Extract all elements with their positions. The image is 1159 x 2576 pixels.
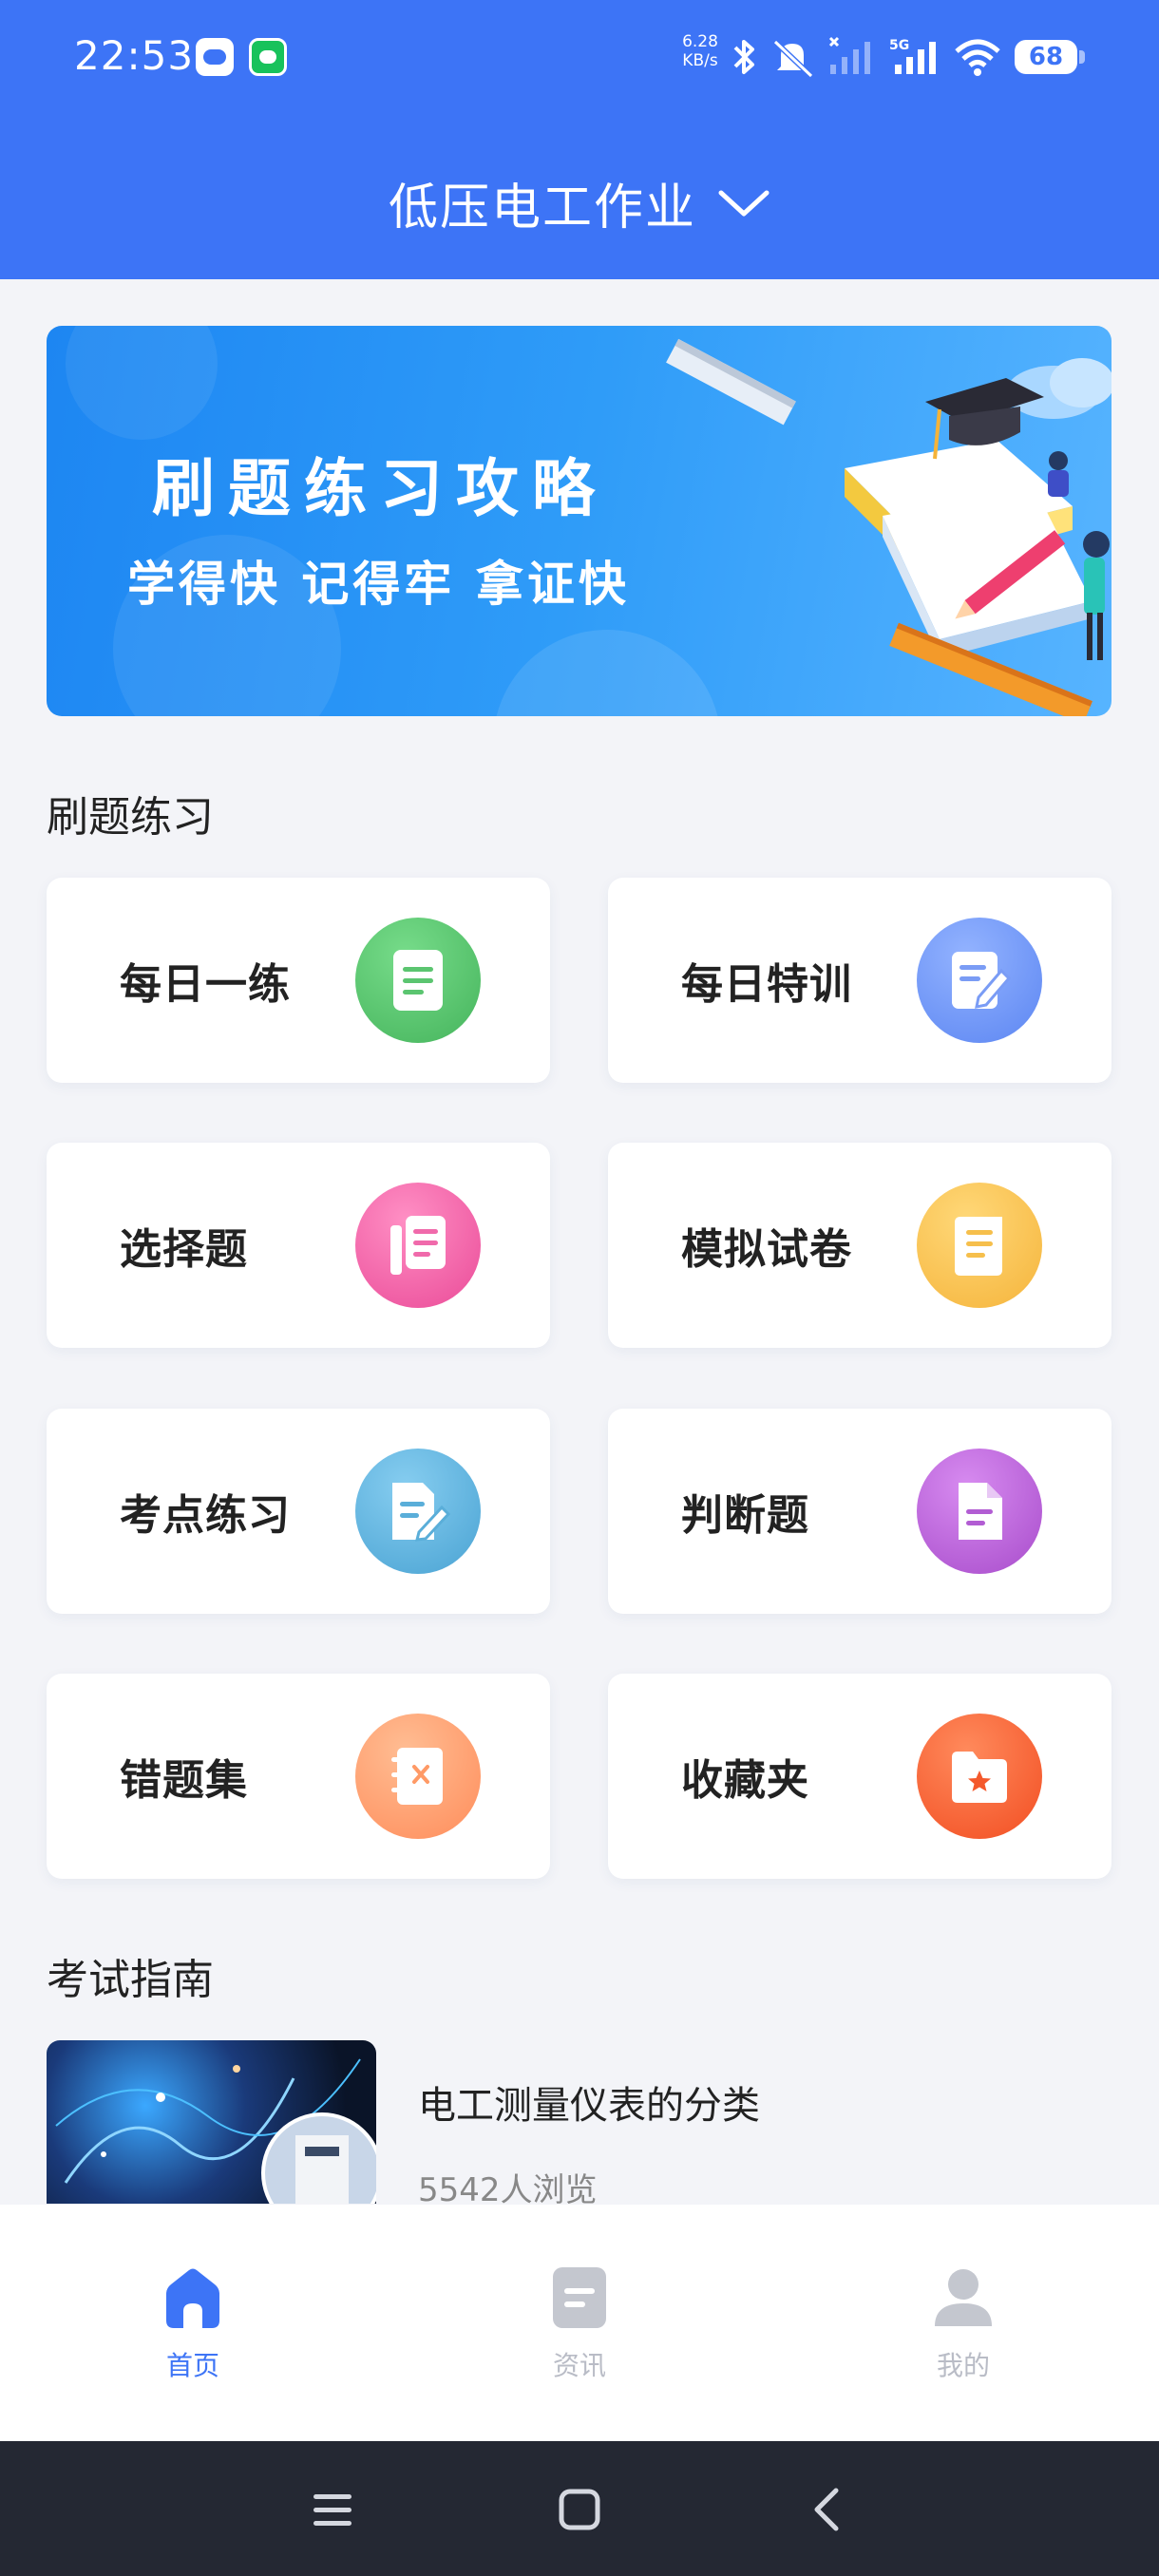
cloud-app-icon: [196, 38, 234, 76]
banner-decoration: [66, 326, 218, 440]
network-speed-value: 6.28: [682, 32, 718, 51]
scroll-icon: [917, 1183, 1042, 1308]
star-folder-icon: [917, 1714, 1042, 1839]
battery-indicator: 68: [1015, 40, 1085, 74]
card-label: 选择题: [120, 1225, 248, 1274]
menu-icon[interactable]: [304, 2481, 361, 2538]
card-mock-exam[interactable]: 模拟试卷: [608, 1143, 1112, 1348]
wrong-book-icon: [355, 1714, 481, 1839]
card-label: 考点练习: [120, 1491, 291, 1540]
list-icon: [355, 1183, 481, 1308]
chevron-down-icon: [718, 190, 770, 216]
card-label: 错题集: [120, 1756, 248, 1805]
file-icon: [917, 1449, 1042, 1574]
wechat-icon: [249, 38, 287, 76]
user-icon: [935, 2269, 992, 2326]
card-favorites[interactable]: 收藏夹: [608, 1674, 1112, 1879]
tab-label: 资讯: [552, 2350, 606, 2381]
status-icons: 5G 68: [732, 30, 1085, 84]
promo-banner[interactable]: 刷题练习攻略 学得快 记得牢 拿证快: [47, 326, 1112, 716]
signal-off-icon: [828, 36, 870, 74]
home-icon: [166, 2268, 219, 2328]
card-daily-practice[interactable]: 每日一练: [47, 878, 550, 1083]
wifi-icon: [955, 39, 1000, 76]
document-icon: [355, 918, 481, 1043]
tab-home[interactable]: 首页: [98, 2263, 288, 2383]
system-navigation-bar: [0, 2441, 1159, 2576]
card-label: 每日特训: [681, 960, 852, 1009]
back-icon[interactable]: [800, 2481, 857, 2538]
card-wrong-questions[interactable]: 错题集: [47, 1674, 550, 1879]
practice-section-title: 刷题练习: [47, 793, 214, 842]
note-edit-icon: [355, 1449, 481, 1574]
article-title[interactable]: 电工测量仪表的分类: [418, 2074, 760, 2130]
tab-label: 首页: [165, 2350, 219, 2381]
card-label: 每日一练: [120, 960, 291, 1009]
article-view-count: 5542人浏览: [418, 2171, 598, 2209]
network-speed: 6.28 KB/s: [676, 32, 724, 70]
home-square-icon[interactable]: [551, 2481, 608, 2538]
study-illustration: [666, 338, 1112, 716]
tab-news[interactable]: 资讯: [484, 2263, 674, 2383]
subject-selector[interactable]: 低压电工作业: [0, 167, 1159, 238]
bottom-tab-bar: 首页 资讯 我的: [0, 2205, 1159, 2441]
card-key-points[interactable]: 考点练习: [47, 1409, 550, 1614]
card-true-false[interactable]: 判断题: [608, 1409, 1112, 1614]
mute-bell-icon: [772, 39, 814, 78]
top-header: 22:53 6.28 KB/s 5G 68 低压电工作业: [0, 0, 1159, 279]
card-label: 判断题: [681, 1491, 809, 1540]
banner-subtitle: 学得快 记得牢 拿证快: [127, 557, 630, 612]
card-multiple-choice[interactable]: 选择题: [47, 1143, 550, 1348]
article-thumbnail[interactable]: [47, 2040, 376, 2204]
guide-section-title: 考试指南: [47, 1956, 214, 2004]
tab-profile[interactable]: 我的: [868, 2263, 1058, 2383]
card-label: 收藏夹: [681, 1756, 809, 1805]
status-bar: 22:53 6.28 KB/s 5G 68: [0, 0, 1159, 114]
svg-text:5G: 5G: [889, 38, 909, 53]
page-title: 低压电工作业: [388, 180, 696, 237]
edit-document-icon: [917, 918, 1042, 1043]
clock: 22:53: [74, 32, 195, 79]
bluetooth-icon: [733, 40, 754, 74]
card-daily-training[interactable]: 每日特训: [608, 878, 1112, 1083]
banner-title: 刷题练习攻略: [152, 452, 608, 525]
signal-5g-icon: 5G: [889, 38, 936, 74]
tab-label: 我的: [936, 2350, 990, 2381]
card-label: 模拟试卷: [681, 1225, 852, 1274]
news-icon: [553, 2267, 606, 2328]
network-speed-unit: KB/s: [682, 51, 718, 70]
